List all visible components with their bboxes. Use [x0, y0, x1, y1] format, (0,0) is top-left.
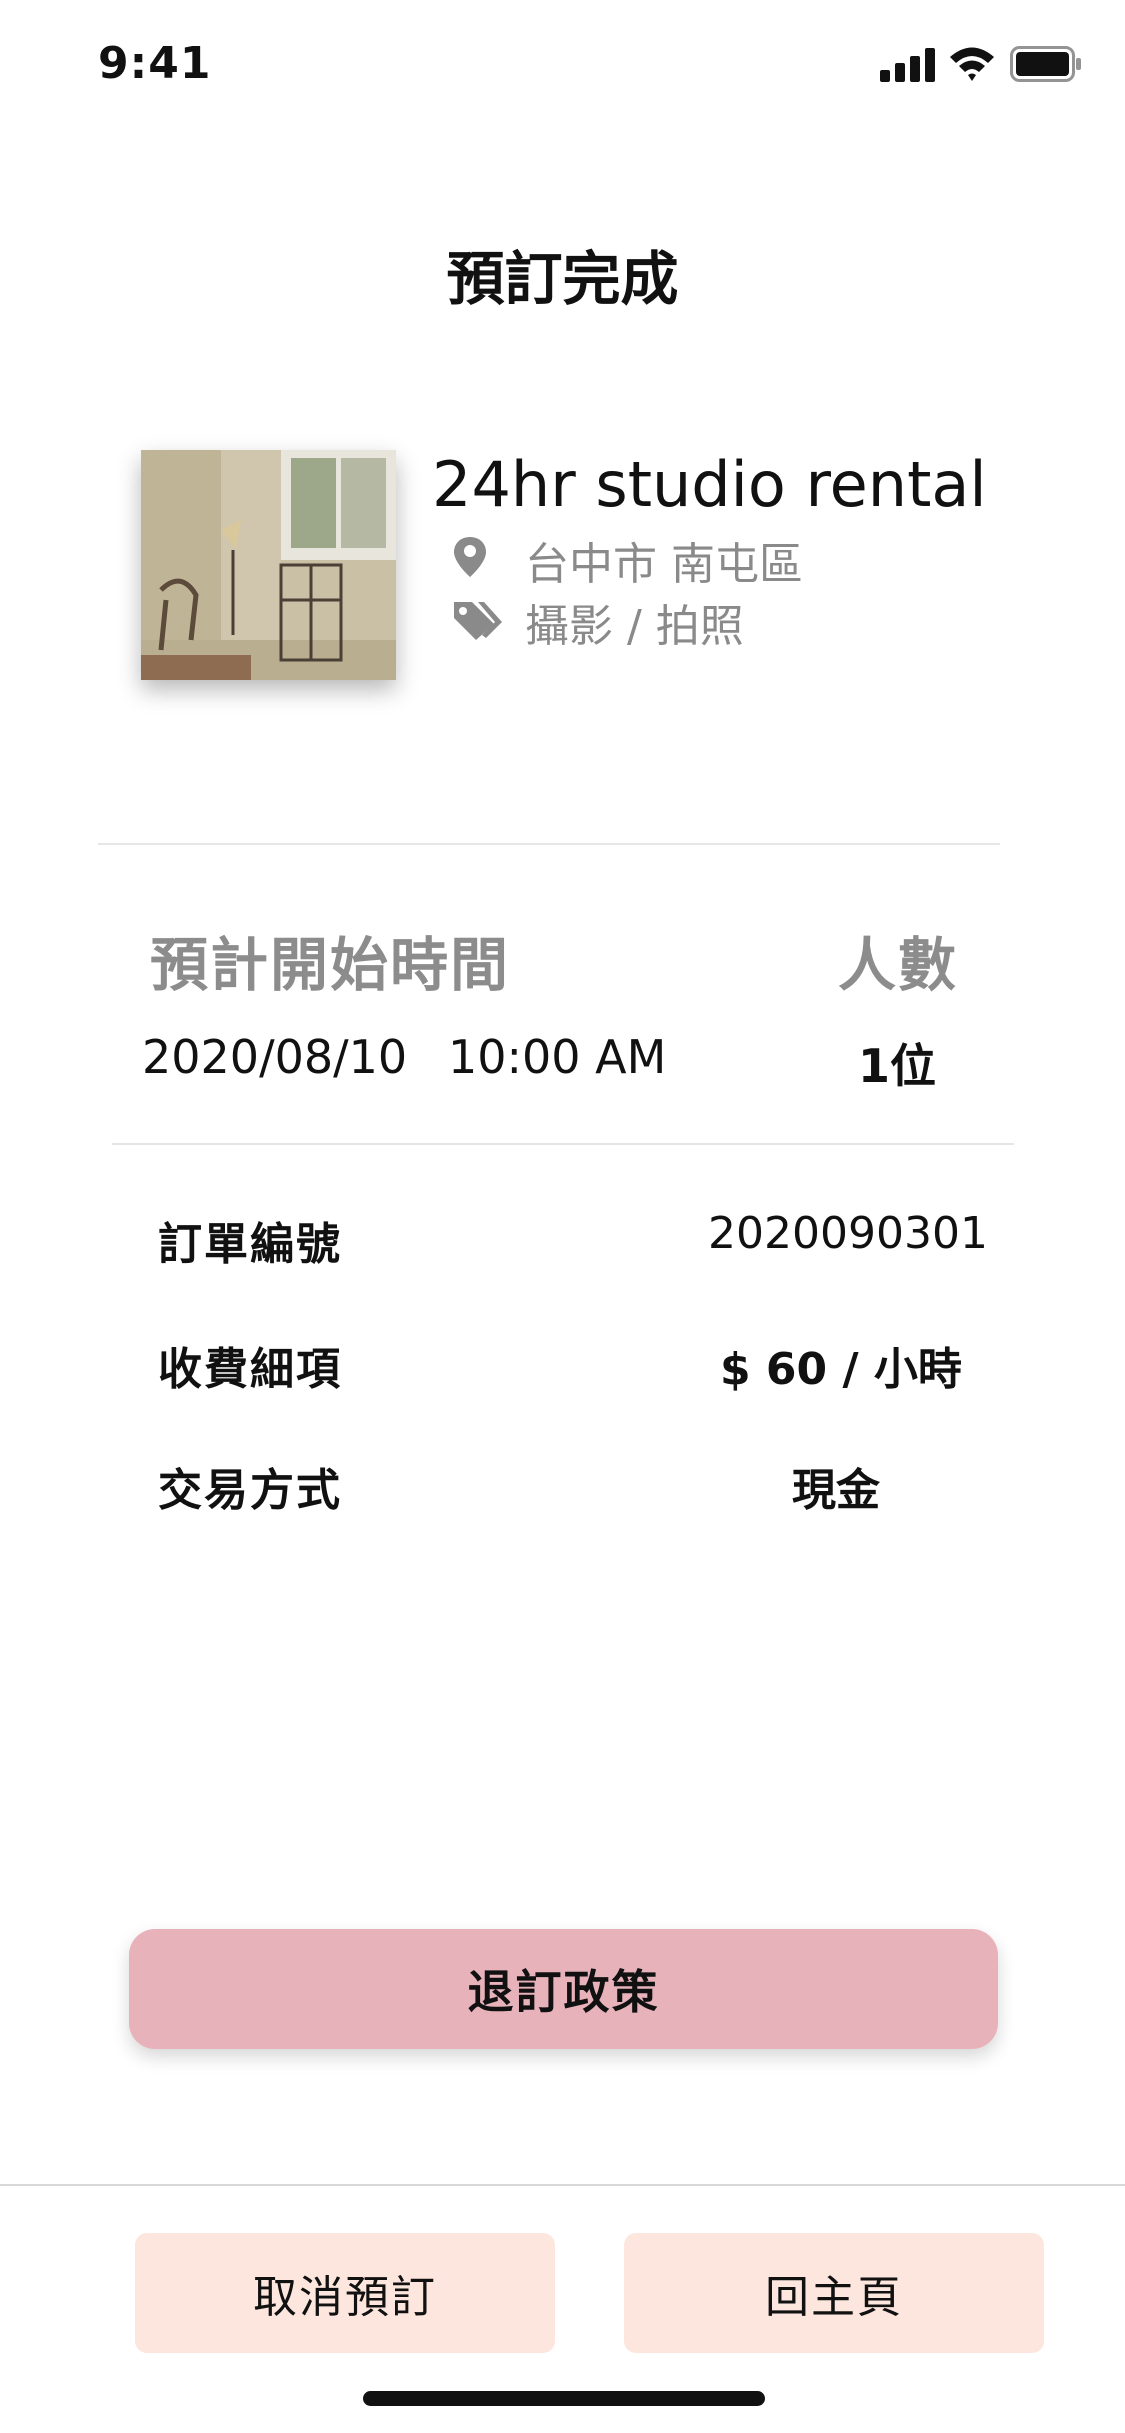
page-title: 預訂完成: [446, 245, 679, 313]
payment-method-value: 現金: [792, 1465, 880, 1516]
payment-method-label: 交易方式: [158, 1465, 342, 1516]
status-time: 9:41: [98, 38, 212, 89]
map-pin-icon: [454, 537, 486, 577]
studio-category: 攝影 / 拍照: [525, 601, 744, 652]
start-date: 2020/08/10: [142, 1030, 408, 1084]
studio-location: 台中市 南屯區: [525, 539, 803, 590]
cancel-booking-button[interactable]: 取消預訂: [135, 2233, 555, 2353]
back-home-button[interactable]: 回主頁: [624, 2233, 1044, 2353]
start-time-label: 預計開始時間: [150, 931, 511, 999]
battery-icon: [1010, 46, 1081, 82]
wifi-icon: [950, 47, 994, 81]
divider: [98, 843, 1000, 845]
studio-name: 24hr studio rental: [432, 448, 987, 521]
fee-value: $ 60 / 小時: [720, 1344, 962, 1395]
cancellation-policy-button[interactable]: 退訂政策: [129, 1929, 998, 2049]
start-time: 10:00 AM: [448, 1030, 667, 1084]
people-label: 人數: [838, 931, 959, 999]
bottom-bar-divider: [0, 2184, 1125, 2186]
fee-label: 收費細項: [158, 1344, 342, 1395]
order-number-value: 2020090301: [708, 1208, 988, 1259]
divider: [112, 1143, 1014, 1145]
home-indicator[interactable]: [363, 2391, 765, 2406]
order-number-label: 訂單編號: [158, 1219, 342, 1270]
cellular-signal-icon: [880, 48, 935, 82]
people-count: 1位: [858, 1039, 937, 1093]
studio-photo: [141, 450, 396, 680]
tag-icon: [454, 602, 502, 640]
